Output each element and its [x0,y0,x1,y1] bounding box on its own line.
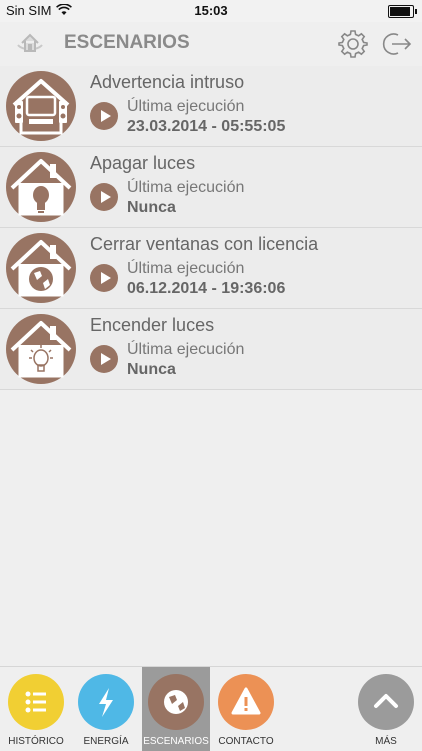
globe-house-icon [6,233,76,303]
tab-label: MÁS [375,736,397,747]
last-run-label: Última ejecución [127,98,245,115]
tab-energia[interactable]: ENERGÍA [72,667,140,751]
page-title: ESCENARIOS [64,32,190,53]
gear-icon[interactable] [338,29,368,59]
scenario-name: Apagar luces [90,153,196,173]
last-run-value: Nunca [127,361,176,378]
tab-label: HISTÓRICO [8,736,64,747]
last-run-value: 23.03.2014 - 05:55:05 [127,118,286,135]
status-time: 15:03 [194,3,228,18]
play-button[interactable] [90,183,118,211]
play-button[interactable] [90,345,118,373]
home-icon[interactable] [14,29,46,57]
logout-icon[interactable] [380,30,412,58]
bulb-off-house-icon [6,152,76,222]
battery-icon [388,5,417,18]
lightning-icon [78,674,134,730]
tab-historico[interactable]: HISTÓRICO [2,667,70,751]
scenario-name: Encender luces [90,315,215,335]
scenario-row-advertencia-intruso[interactable]: Advertencia intruso Última ejecución 23.… [0,66,422,147]
last-run-label: Última ejecución [127,341,245,358]
tab-bar: HISTÓRICO ENERGÍA ESCENARIOS CONTACTO MÁ… [0,666,422,751]
tv-house-icon [6,71,76,141]
scenario-list: Advertencia intruso Última ejecución 23.… [0,66,422,390]
scenario-name: Cerrar ventanas con licencia [90,234,319,254]
tab-escenarios[interactable]: ESCENARIOS [142,667,210,751]
chevron-up-icon [358,674,414,730]
tab-label: CONTACTO [218,736,274,747]
status-bar: Sin SIM 15:03 [0,0,422,22]
tab-label: ENERGÍA [83,736,129,747]
warning-icon [218,674,274,730]
bulb-on-house-icon [6,314,76,384]
tab-contacto[interactable]: CONTACTO [212,667,280,751]
scenario-row-cerrar-ventanas[interactable]: Cerrar ventanas con licencia Última ejec… [0,228,422,309]
scenario-name: Advertencia intruso [90,72,245,92]
last-run-value: Nunca [127,199,176,216]
scenarios-icon [148,674,204,730]
scenario-row-apagar-luces[interactable]: Apagar luces Última ejecución Nunca [0,147,422,228]
tab-mas[interactable]: MÁS [352,667,420,751]
last-run-value: 06.12.2014 - 19:36:06 [127,280,286,297]
tab-label: ESCENARIOS [143,736,209,747]
play-button[interactable] [90,102,118,130]
navigation-bar: ESCENARIOS [0,22,422,67]
last-run-label: Última ejecución [127,179,245,196]
list-icon [8,674,64,730]
last-run-label: Última ejecución [127,260,245,277]
scenario-row-encender-luces[interactable]: Encender luces Última ejecución Nunca [0,309,422,390]
play-button[interactable] [90,264,118,292]
